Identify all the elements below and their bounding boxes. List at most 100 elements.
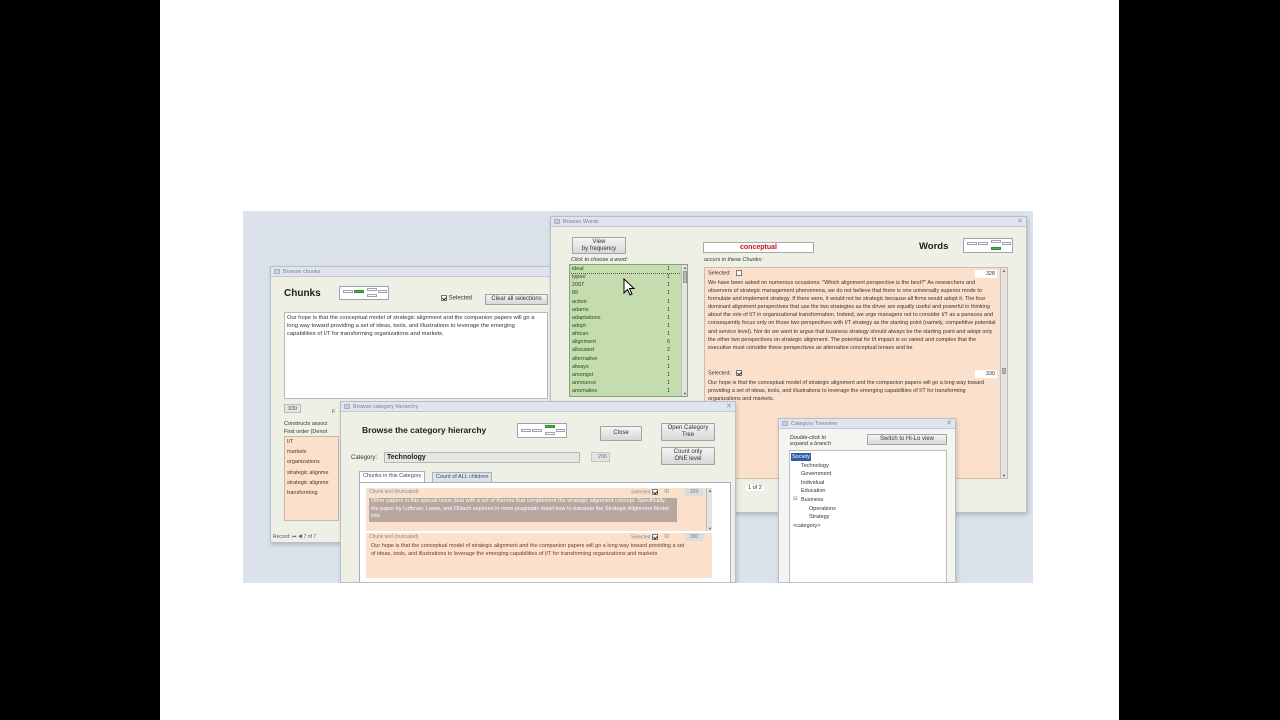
construct-item[interactable]: markets — [285, 447, 307, 457]
chunk-row-2-selected: Selected ID — [631, 534, 669, 540]
minimap-block — [521, 429, 531, 432]
construct-item[interactable]: strategic alignme — [285, 478, 329, 488]
switch-view-button[interactable]: Switch to Hi-Lo view — [867, 434, 947, 445]
clear-selections-button[interactable]: Clear all selections — [485, 294, 548, 305]
chunk1-text[interactable]: We have been asked on numerous occasions… — [708, 279, 998, 364]
category-field[interactable]: Technology — [384, 452, 580, 463]
word-list-item[interactable]: ideal 1 — [570, 265, 687, 275]
chunk2-selected-checkbox[interactable] — [736, 370, 743, 376]
minimap-block — [978, 242, 988, 245]
chunk-row-2-id: 330 — [685, 533, 703, 541]
hierarchy-heading: Browse the category hierarchy — [362, 425, 487, 435]
chunk-row-2-text[interactable]: Our hope is that the conceptual model of… — [369, 543, 689, 567]
word-count: 6 — [666, 339, 670, 346]
hierarchy-minimap[interactable] — [517, 423, 567, 438]
tree-node-education[interactable]: Education — [801, 487, 825, 495]
chunk-row-1-scrollbar[interactable] — [706, 488, 713, 531]
record-prev-icon[interactable]: ◀ — [298, 534, 302, 540]
word-list-item[interactable]: always 1 — [570, 363, 687, 371]
word-search-input[interactable]: conceptual — [703, 242, 814, 253]
word-list-item[interactable]: adaptations 1 — [570, 314, 687, 322]
tree-node-strategy[interactable]: Strategy — [809, 513, 829, 521]
close-icon[interactable]: ✕ — [946, 419, 952, 429]
scroll-thumb[interactable] — [1002, 368, 1006, 374]
word-text: alignment — [572, 339, 596, 346]
record-first-icon[interactable]: ⏮ — [292, 534, 297, 540]
scroll-thumb[interactable] — [683, 271, 687, 283]
tree-node-individual[interactable]: Individual — [801, 479, 824, 487]
form-icon — [274, 269, 280, 274]
chunk2-text[interactable]: Our hope is that the conceptual model of… — [708, 379, 998, 409]
treeview-titlebar[interactable]: Category Treeview ✕ — [779, 419, 955, 429]
selected-label: Selected — [448, 295, 473, 302]
construct-item[interactable]: transforming — [285, 488, 318, 498]
tab-count-all-children[interactable]: Count of ALL children — [432, 472, 493, 482]
chunk1-selected-checkbox[interactable] — [736, 270, 743, 276]
chunk2-number: 330 — [975, 370, 997, 378]
chunk-row-1-id: 329 — [685, 488, 703, 496]
tree-node-category-placeholder[interactable]: <category> — [793, 522, 821, 530]
word-text: amongst — [572, 371, 594, 378]
chunk-row-1-text[interactable]: Other papers in this special issue deal … — [369, 498, 677, 522]
tree-node-technology[interactable]: Technology — [801, 462, 829, 470]
chunk1-selected-label: Selected: — [708, 270, 731, 277]
tree-node-operations[interactable]: Operations — [809, 505, 836, 513]
word-list-item[interactable]: announce 1 — [570, 379, 687, 387]
word-list-item[interactable]: alternative 1 — [570, 355, 687, 363]
minimap-block — [967, 242, 977, 245]
word-list-item[interactable]: allocated 2 — [570, 346, 687, 354]
browse-words-titlebar[interactable]: Browse Words ✕ — [551, 217, 1026, 227]
tab-chunks-in-category[interactable]: Chunks in this Category — [359, 471, 426, 482]
chunk2-selected-row: Selected: — [708, 370, 743, 376]
construct-item[interactable]: I/T — [285, 437, 293, 447]
minimap-block — [367, 288, 377, 291]
open-category-tree-button[interactable]: Open Category Tree — [661, 423, 715, 441]
close-icon[interactable]: ✕ — [726, 402, 732, 412]
tree-node-business[interactable]: Business — [801, 496, 823, 504]
chunk-textbox[interactable]: Our hope is that the conceptual model of… — [284, 312, 548, 399]
word-list-item[interactable]: amongst 1 — [570, 371, 687, 379]
count-one-level-button[interactable]: Count only ONE level — [661, 447, 715, 465]
chunks-minimap[interactable] — [339, 286, 389, 300]
construct-item[interactable]: strategic alignme — [285, 468, 329, 478]
category-treeview-window: Category Treeview ✕ Double-click to expa… — [778, 418, 956, 583]
word-list-item[interactable]: alignment 6 — [570, 338, 687, 346]
selected-checkbox[interactable] — [441, 295, 447, 301]
word-list-scrollbar[interactable] — [681, 265, 687, 396]
word-count: 1 — [666, 379, 670, 386]
word-text: ideal — [572, 266, 584, 272]
word-list-item[interactable]: african 1 — [570, 330, 687, 338]
construct-item[interactable]: organizations — [285, 457, 320, 467]
word-list-item[interactable]: adopt 1 — [570, 322, 687, 330]
first-order-label: First order (Denot — [284, 429, 328, 435]
minimap-block-active — [354, 290, 364, 293]
minimap-block — [378, 290, 387, 293]
word-text: action — [572, 298, 587, 305]
close-icon[interactable]: ✕ — [1017, 217, 1023, 227]
category-tree[interactable]: Society Technology Government Individual… — [789, 450, 947, 582]
chunk-results-scrollbar[interactable] — [1000, 268, 1007, 478]
chunk-row-1-checkbox[interactable] — [651, 489, 658, 495]
words-minimap[interactable] — [963, 238, 1013, 253]
close-button[interactable]: Close — [600, 426, 642, 441]
category-hierarchy-window: Browse category hierarchy ✕ Browse the c… — [340, 401, 736, 583]
word-list-item[interactable]: anomalies 1 — [570, 387, 687, 395]
hierarchy-titlebar[interactable]: Browse category hierarchy ✕ — [341, 402, 735, 412]
chunk-row-2-checkbox[interactable] — [651, 534, 658, 540]
open-tree-line2: Tree — [681, 432, 695, 438]
mouse-cursor-icon — [623, 278, 635, 296]
word-list-item[interactable]: action 1 — [570, 298, 687, 306]
tree-expand-icon[interactable]: ⊟ — [793, 495, 798, 503]
word-text: adopt — [572, 322, 586, 329]
tree-node-society[interactable]: Society — [791, 453, 812, 461]
tree-node-government[interactable]: Government — [801, 470, 831, 478]
browse-chunks-titlebar[interactable]: Browse chunks — [271, 267, 552, 277]
chunks-tab-panel: Chunk text (truncated) Selected ID 329 O… — [359, 482, 731, 582]
minimap-block — [343, 290, 353, 293]
desktop-area: Browse chunks Chunks Selected Clear all … — [243, 211, 1033, 583]
chunk-row-1: Chunk text (truncated) Selected ID 329 O… — [366, 488, 713, 531]
form-icon — [782, 421, 788, 426]
word-count: 1 — [666, 274, 670, 281]
word-list-item[interactable]: adams 1 — [570, 306, 687, 314]
view-by-frequency-button[interactable]: View by frequency — [572, 237, 626, 254]
